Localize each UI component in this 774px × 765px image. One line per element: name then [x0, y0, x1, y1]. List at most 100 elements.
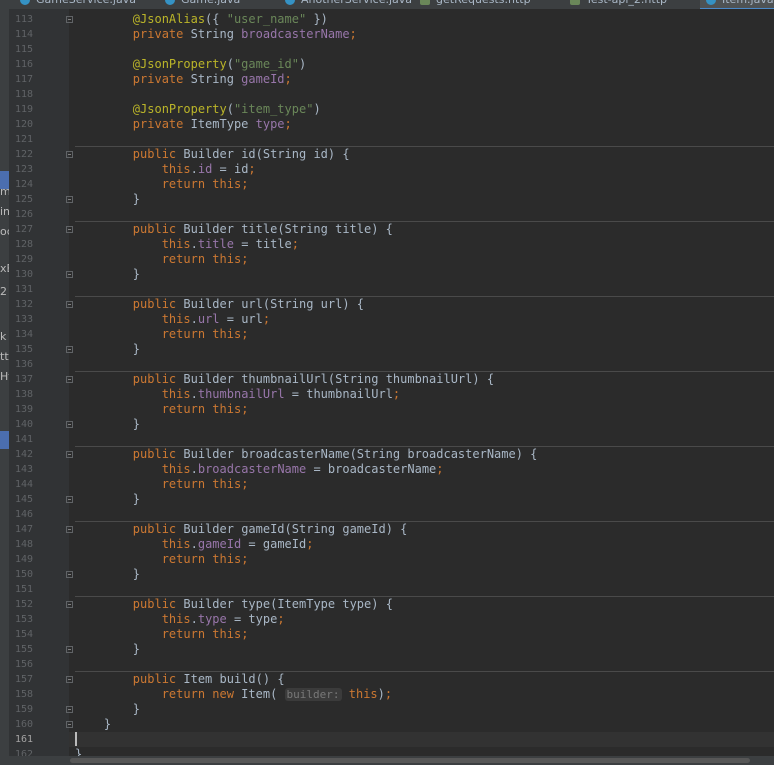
- fold-toggle-icon[interactable]: [66, 601, 73, 608]
- line-number: 142: [14, 449, 33, 460]
- code-line[interactable]: public Builder broadcasterName(String br…: [75, 447, 538, 462]
- code-token: (String thumbnailUrl) {: [327, 372, 495, 386]
- sidebar-text-fragment[interactable]: xB: [0, 262, 9, 275]
- code-line[interactable]: }: [75, 567, 140, 582]
- tab-1[interactable]: Game.java: [165, 0, 240, 8]
- code-line[interactable]: }: [75, 267, 140, 282]
- project-sidebar[interactable]: m in oc xB 2 k tt Ht: [0, 9, 9, 756]
- code-line[interactable]: this.title = title;: [75, 237, 299, 252]
- code-token: ;: [277, 612, 285, 626]
- line-number: 158: [14, 689, 33, 700]
- fold-toggle-icon[interactable]: [66, 16, 73, 23]
- sidebar-text-fragment[interactable]: oc: [0, 225, 9, 238]
- scrollbar-thumb[interactable]: [70, 758, 750, 763]
- code-line[interactable]: public Item build() {: [75, 672, 285, 687]
- code-line[interactable]: this.url = url;: [75, 312, 270, 327]
- code-line[interactable]: private String broadcasterName;: [75, 27, 357, 42]
- code-token: "user_name": [226, 12, 307, 26]
- fold-toggle-icon[interactable]: [66, 646, 73, 653]
- sidebar-highlight-item[interactable]: [0, 431, 9, 449]
- code-token: = thumbnailUrl: [284, 387, 393, 401]
- code-token: title: [197, 237, 234, 251]
- line-number: 120: [14, 119, 33, 130]
- fold-toggle-icon[interactable]: [66, 526, 73, 533]
- fold-toggle-icon[interactable]: [66, 376, 73, 383]
- code-line[interactable]: }: [75, 702, 140, 717]
- code-line[interactable]: }: [75, 417, 140, 432]
- fold-toggle-icon[interactable]: [66, 151, 73, 158]
- code-token: broadcasterName: [241, 27, 350, 41]
- code-line[interactable]: public Builder gameId(String gameId) {: [75, 522, 408, 537]
- fold-toggle-icon[interactable]: [66, 451, 73, 458]
- code-line[interactable]: return this;: [75, 177, 249, 192]
- code-token: Item(: [233, 687, 285, 701]
- code-token: return this: [161, 252, 242, 266]
- tab-4[interactable]: Test-api_2.http: [570, 0, 667, 8]
- code-line[interactable]: return this;: [75, 327, 249, 342]
- code-token: (String broadcasterName) {: [349, 447, 538, 461]
- code-line[interactable]: public Builder id(String id) {: [75, 147, 350, 162]
- code-line[interactable]: return this;: [75, 252, 249, 267]
- fold-toggle-icon[interactable]: [66, 196, 73, 203]
- fold-toggle-icon[interactable]: [66, 706, 73, 713]
- code-line[interactable]: }: [75, 492, 140, 507]
- code-line[interactable]: }: [75, 717, 111, 732]
- code-line[interactable]: }: [75, 342, 140, 357]
- code-line[interactable]: public Builder title(String title) {: [75, 222, 393, 237]
- code-line[interactable]: return this;: [75, 477, 249, 492]
- code-line[interactable]: private ItemType type;: [75, 117, 292, 132]
- tab-label: GameService.java: [36, 0, 136, 6]
- tab-label: Item.java: [722, 0, 774, 6]
- code-line[interactable]: @JsonAlias({ "user_name" }): [75, 12, 328, 27]
- fold-toggle-icon[interactable]: [66, 421, 73, 428]
- code-token: }: [75, 192, 141, 206]
- fold-toggle-icon[interactable]: [66, 346, 73, 353]
- code-token: return this: [161, 552, 242, 566]
- code-token: Builder: [176, 447, 242, 461]
- fold-toggle-icon[interactable]: [66, 271, 73, 278]
- tab-3[interactable]: getRequests.http: [420, 0, 531, 8]
- code-line[interactable]: public Builder type(ItemType type) {: [75, 597, 393, 612]
- fold-toggle-icon[interactable]: [66, 676, 73, 683]
- java-class-icon: [285, 0, 295, 5]
- fold-toggle-icon[interactable]: [66, 496, 73, 503]
- sidebar-text-fragment[interactable]: in: [0, 205, 9, 218]
- fold-toggle-icon[interactable]: [66, 301, 73, 308]
- line-number: 113: [14, 14, 33, 25]
- sidebar-text-fragment[interactable]: tt: [0, 350, 9, 363]
- fold-toggle-icon[interactable]: [66, 571, 73, 578]
- code-line[interactable]: public Builder url(String url) {: [75, 297, 364, 312]
- code-line[interactable]: return this;: [75, 552, 249, 567]
- code-line[interactable]: @JsonProperty("game_id"): [75, 57, 306, 72]
- code-line[interactable]: this.thumbnailUrl = thumbnailUrl;: [75, 387, 400, 402]
- tab-0[interactable]: GameService.java: [20, 0, 136, 8]
- code-line[interactable]: @JsonProperty("item_type"): [75, 102, 321, 117]
- code-line[interactable]: this.broadcasterName = broadcasterName;: [75, 462, 444, 477]
- code-line[interactable]: this.gameId = gameId;: [75, 537, 314, 552]
- code-line[interactable]: public Builder thumbnailUrl(String thumb…: [75, 372, 494, 387]
- line-number: 150: [14, 569, 33, 580]
- code-line[interactable]: }: [75, 192, 140, 207]
- fold-toggle-icon[interactable]: [66, 226, 73, 233]
- code-line[interactable]: this.type = type;: [75, 612, 285, 627]
- code-line[interactable]: return new Item( builder: this);: [75, 687, 392, 702]
- code-line[interactable]: return this;: [75, 627, 249, 642]
- code-line[interactable]: return this;: [75, 402, 249, 417]
- tab-2[interactable]: AnotherService.java: [285, 0, 412, 8]
- code-line[interactable]: }: [75, 642, 140, 657]
- code-line[interactable]: this.id = id;: [75, 162, 256, 177]
- sidebar-text-fragment[interactable]: m: [0, 185, 9, 198]
- sidebar-text-fragment[interactable]: 2: [0, 285, 7, 298]
- sidebar-text-fragment[interactable]: k: [0, 330, 6, 343]
- code-line[interactable]: private String gameId;: [75, 72, 292, 87]
- tab-5[interactable]: Item.java: [700, 0, 774, 9]
- fold-toggle-icon[interactable]: [66, 721, 73, 728]
- horizontal-scrollbar[interactable]: [0, 756, 774, 765]
- line-number: 131: [14, 284, 33, 295]
- code-token: (ItemType type) {: [270, 597, 393, 611]
- code-token: ;: [241, 327, 249, 341]
- sidebar-text-fragment[interactable]: Ht: [0, 370, 9, 383]
